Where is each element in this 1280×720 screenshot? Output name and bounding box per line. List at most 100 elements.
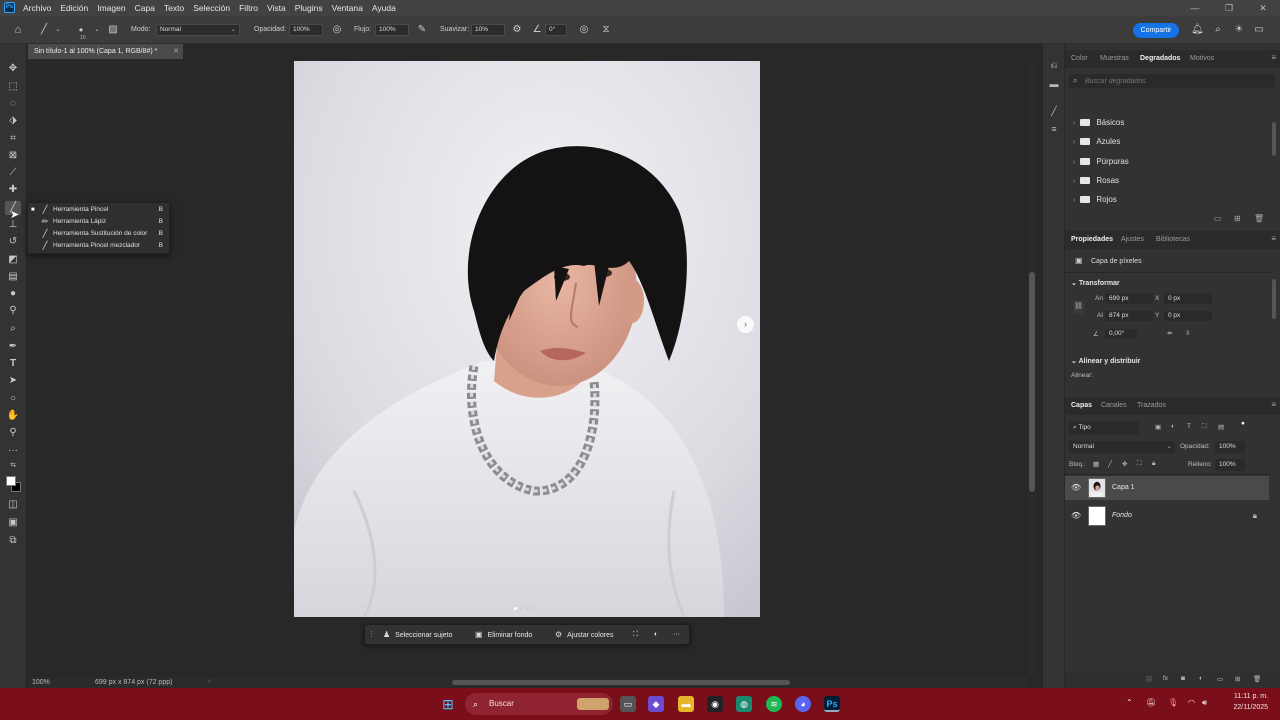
eyedropper-tool-icon[interactable]: ⟋ — [5, 166, 21, 180]
menu-seleccion[interactable]: Selección — [193, 0, 230, 16]
tab-gradients[interactable]: Degradados — [1140, 55, 1180, 62]
status-chevron-icon[interactable]: › — [208, 678, 210, 685]
new-layer-icon[interactable]: ⊞ — [1235, 675, 1240, 683]
menu-texto[interactable]: Texto — [164, 0, 184, 16]
mode-select[interactable]: Normal ⌄ — [156, 24, 240, 36]
foreground-color-swatch[interactable] — [6, 476, 16, 486]
lightbulb-icon[interactable]: ☀ — [1233, 24, 1245, 36]
zoom-tool-icon[interactable]: ⚲ — [5, 426, 21, 440]
burn-tool-icon[interactable]: ⌕ — [5, 322, 21, 336]
edge-icon[interactable]: ◍ — [736, 696, 752, 712]
taskbar-search-box[interactable]: ⌕ Buscar — [465, 693, 613, 715]
spotify-icon[interactable]: ≋ — [766, 696, 782, 712]
edit-toolbar-icon[interactable]: ⧉ — [5, 534, 21, 548]
height-field[interactable]: 874 px — [1105, 311, 1153, 321]
notifications-bell-icon[interactable]: 🔔︎ — [1191, 24, 1204, 36]
discord-icon[interactable]: ◕ — [795, 696, 811, 712]
gradient-search-input[interactable]: ⌕ — [1069, 74, 1275, 88]
scroll-thumb[interactable] — [1029, 272, 1035, 492]
share-button[interactable]: Compartir — [1133, 23, 1179, 38]
panel-menu-icon[interactable]: ≡ — [1271, 400, 1276, 409]
gradient-folder-purpuras[interactable]: › Púrpuras — [1073, 155, 1129, 169]
opacity-field[interactable]: 100% — [289, 24, 323, 36]
file-explorer-icon[interactable]: ▬ — [678, 696, 694, 712]
github-icon[interactable]: ◉ — [707, 696, 723, 712]
delete-layer-icon[interactable]: 🗑︎ — [1253, 675, 1261, 683]
close-icon[interactable]: ✕ — [1246, 0, 1280, 16]
drag-handle-icon[interactable]: ⋮ — [368, 628, 375, 642]
tool-preset-chevron-icon[interactable]: ⌄ — [52, 24, 64, 36]
menu-imagen[interactable]: Imagen — [97, 0, 125, 16]
history-brush-tool-icon[interactable]: ↺ — [5, 235, 21, 249]
eraser-tool-icon[interactable]: ◩ — [5, 253, 21, 267]
adjustments-icon[interactable]: ≡ — [1047, 122, 1061, 136]
add-mask-icon[interactable]: ◙ — [1181, 675, 1185, 682]
horizontal-scrollbar[interactable] — [452, 680, 790, 685]
smoothing-settings-gear-icon[interactable]: ⚙ — [511, 24, 523, 36]
layer-row-capa-1[interactable]: 👁︎ Capa 1 — [1065, 476, 1269, 500]
transform-icon[interactable]: ⛶ — [633, 628, 638, 642]
frame-tool-icon[interactable]: ⊠ — [5, 149, 21, 163]
filter-pixel-icon[interactable]: ▣ — [1155, 423, 1161, 431]
menu-ayuda[interactable]: Ayuda — [372, 0, 396, 16]
menu-archivo[interactable]: Archivo — [23, 0, 51, 16]
lasso-tool-icon[interactable]: ◌ — [5, 97, 21, 111]
vertical-scrollbar[interactable] — [1028, 62, 1036, 677]
maximize-icon[interactable]: ❐ — [1212, 0, 1246, 16]
move-tool-icon[interactable]: ✥ — [5, 62, 21, 76]
gradient-folder-basicos[interactable]: › Básicos — [1073, 116, 1124, 130]
brush-preset-chevron-icon[interactable]: ⌄ — [91, 24, 103, 36]
filter-shape-icon[interactable]: ⛶ — [1202, 423, 1207, 431]
tab-layers[interactable]: Capas — [1071, 402, 1092, 409]
more-tools-icon[interactable]: ··· — [5, 444, 21, 458]
transform-section[interactable]: ⌄ Transformar — [1071, 279, 1120, 287]
blur-tool-icon[interactable]: ● — [5, 287, 21, 301]
visibility-eye-icon[interactable]: 👁︎ — [1071, 483, 1081, 492]
panel-menu-icon[interactable]: ≡ — [1271, 53, 1276, 62]
panel-menu-icon[interactable]: ≡ — [1271, 234, 1276, 243]
link-layers-icon[interactable]: ⛓ — [1145, 675, 1153, 683]
angle-field[interactable]: 0° — [545, 24, 567, 36]
x-field[interactable]: 0 px — [1164, 294, 1212, 304]
flip-horizontal-icon[interactable]: ⇹ — [1167, 329, 1172, 337]
symmetry-icon[interactable]: ⧖ — [600, 24, 612, 36]
y-field[interactable]: 0 px — [1164, 311, 1212, 321]
pen-tool-icon[interactable]: ✒ — [5, 340, 21, 354]
path-selection-tool-icon[interactable]: ➤ — [5, 374, 21, 388]
flyout-item-pencil[interactable]: ✏ Herramienta Lápiz B — [28, 216, 169, 228]
lock-position-icon[interactable]: ✥ — [1122, 460, 1127, 468]
layer-style-fx-icon[interactable]: fx — [1163, 675, 1168, 682]
layer-name[interactable]: Fondo — [1112, 512, 1132, 519]
minimize-icon[interactable]: — — [1178, 0, 1212, 16]
new-folder-icon[interactable]: ▭ — [1214, 214, 1222, 223]
volume-icon[interactable]: 🔊︎ — [1202, 698, 1207, 708]
lock-artboard-icon[interactable]: ⛶ — [1137, 460, 1142, 468]
pressure-opacity-icon[interactable]: ◎ — [331, 24, 343, 36]
filter-type-icon[interactable]: T — [1187, 423, 1191, 430]
wifi-icon[interactable]: ◠ — [1188, 698, 1195, 707]
blend-mode-select[interactable]: Normal ⌄ — [1069, 441, 1175, 453]
remove-background-button[interactable]: ▣ Eliminar fondo — [475, 628, 532, 642]
comments-icon[interactable]: ▬ — [1047, 77, 1061, 91]
dot-icon[interactable] — [532, 607, 535, 610]
menu-vista[interactable]: Vista — [267, 0, 286, 16]
link-proportions-icon[interactable]: ⛓ — [1073, 300, 1084, 314]
tab-paths[interactable]: Trazados — [1137, 402, 1166, 409]
mask-icon[interactable]: ◐ — [654, 628, 658, 642]
next-image-arrow-icon[interactable]: › — [737, 316, 754, 333]
home-icon[interactable]: ⌂ — [12, 24, 24, 36]
menu-filtro[interactable]: Filtro — [239, 0, 258, 16]
gradients-scrollbar[interactable] — [1272, 122, 1276, 156]
lock-all-icon[interactable]: 🔒︎ — [1152, 460, 1155, 468]
clock-date[interactable]: 22/11/2025 — [1226, 704, 1268, 711]
menu-plugins[interactable]: Plugins — [295, 0, 323, 16]
visibility-eye-icon[interactable]: 👁︎ — [1071, 511, 1081, 520]
flyout-item-mixer-brush[interactable]: ╱ Herramienta Pincel mezclador B — [28, 240, 169, 252]
tab-swatches[interactable]: Muestras — [1100, 55, 1129, 62]
gradient-folder-rojos[interactable]: › Rojos — [1073, 193, 1117, 207]
adjustment-layer-icon[interactable]: ◐ — [1199, 675, 1203, 682]
airbrush-icon[interactable]: ✎ — [416, 24, 428, 36]
gradient-folder-azules[interactable]: › Azules — [1073, 135, 1120, 149]
lock-transparent-icon[interactable]: ▦ — [1093, 460, 1099, 468]
gradient-tool-icon[interactable]: ▤ — [5, 270, 21, 284]
